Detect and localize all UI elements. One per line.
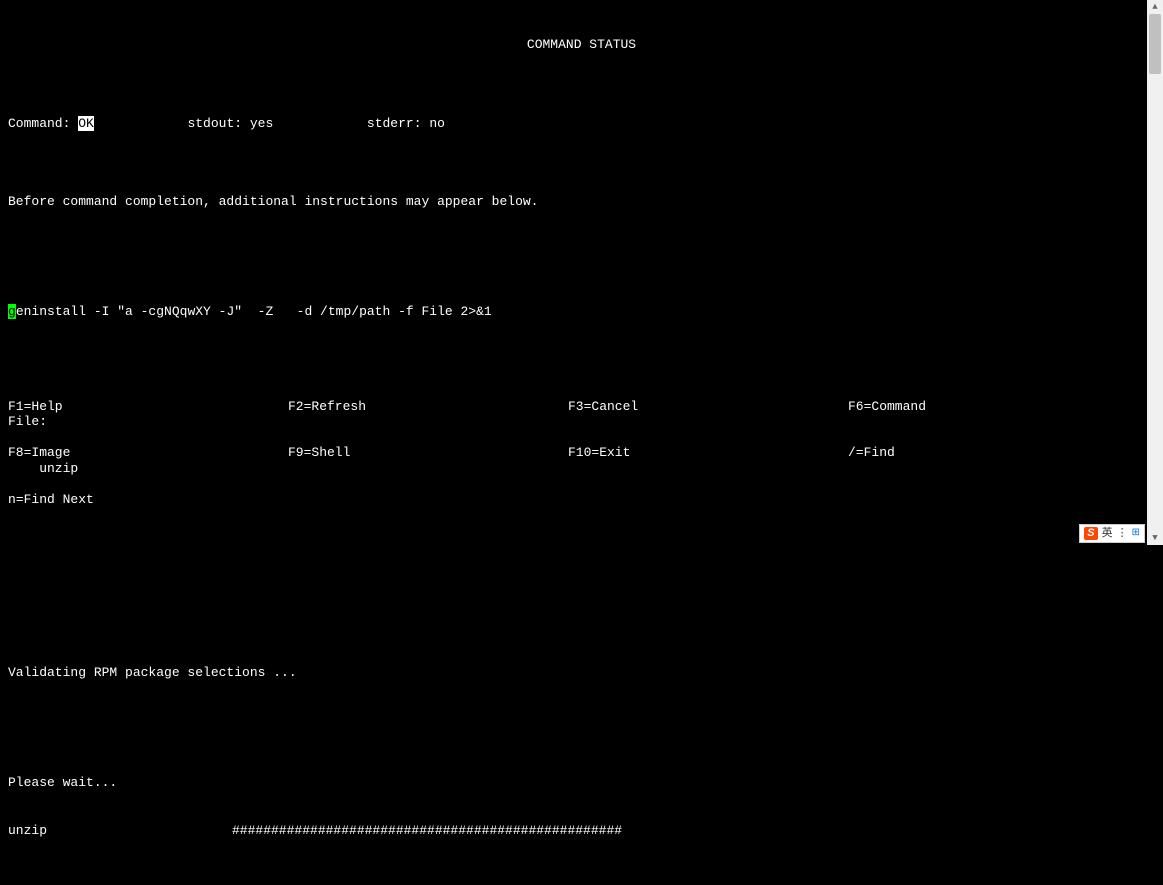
ime-logo-icon: S	[1084, 527, 1097, 540]
blank-line	[8, 555, 1155, 571]
command-rest: eninstall -I "a -cgNQqwXY -J" -Z -d /tmp…	[16, 304, 492, 319]
function-key-footer: F1=Help F2=Refresh F3=Cancel F6=Command …	[8, 367, 1155, 539]
stdout-label: stdout:	[187, 116, 249, 131]
status-line: Command: OK stdout: yes stderr: no	[8, 116, 1155, 132]
terminal-screen: COMMAND STATUS Command: OK stdout: yes s…	[0, 0, 1163, 545]
cursor: g	[8, 304, 16, 319]
spacer	[273, 116, 367, 131]
command-text: geninstall -I "a -cgNQqwXY -J" -Z -d /tm…	[8, 304, 1155, 320]
command-value: OK	[78, 116, 94, 131]
ime-grid-icon[interactable]: ⊞	[1132, 527, 1140, 539]
footer-row-2: F8=Image F9=Shell F10=Exit /=Find	[8, 445, 1155, 461]
spacer	[94, 116, 188, 131]
blank-line	[8, 603, 1155, 619]
ime-options-icon[interactable]: ⋮	[1117, 527, 1128, 540]
stdout-value: yes	[250, 116, 273, 131]
fkey-f3-cancel[interactable]: F3=Cancel	[568, 399, 848, 415]
footer-row-1: F1=Help F2=Refresh F3=Cancel F6=Command	[8, 399, 1155, 415]
command-label: Command:	[8, 116, 78, 131]
scroll-down-arrow-icon[interactable]: ▼	[1147, 531, 1163, 545]
scroll-up-arrow-icon[interactable]: ▲	[1147, 0, 1163, 14]
blank-line	[8, 241, 1155, 257]
progress-label: unzip	[8, 823, 232, 839]
fkey-f2-refresh[interactable]: F2=Refresh	[288, 399, 568, 415]
footer-empty	[568, 492, 848, 508]
footer-empty	[288, 492, 568, 508]
blank-line	[8, 351, 1155, 367]
fkey-f1-help[interactable]: F1=Help	[8, 399, 288, 415]
stderr-value: no	[429, 116, 445, 131]
progress-line: unzip###################################…	[8, 823, 1155, 839]
fkey-n-find-next[interactable]: n=Find Next	[8, 492, 288, 508]
fkey-f6-command[interactable]: F6=Command	[848, 399, 1155, 415]
fkey-slash-find[interactable]: /=Find	[848, 445, 1155, 461]
ime-indicator[interactable]: S 英 ⋮ ⊞	[1079, 524, 1145, 543]
blank-line	[8, 713, 1155, 729]
fkey-f10-exit[interactable]: F10=Exit	[568, 445, 848, 461]
progress-bar: ########################################…	[232, 823, 622, 839]
footer-empty	[848, 492, 1155, 508]
scrollbar-thumb[interactable]	[1149, 14, 1161, 74]
ime-language-label: 英	[1102, 527, 1113, 540]
before-completion-msg: Before command completion, additional in…	[8, 194, 1155, 210]
footer-row-3: n=Find Next	[8, 492, 1155, 508]
fkey-f9-shell[interactable]: F9=Shell	[288, 445, 568, 461]
stderr-label: stderr:	[367, 116, 429, 131]
wait-msg: Please wait...	[8, 775, 1155, 791]
screen-title: COMMAND STATUS	[8, 37, 1155, 53]
vertical-scrollbar[interactable]: ▲ ▼	[1147, 0, 1163, 545]
fkey-f8-image[interactable]: F8=Image	[8, 445, 288, 461]
validating-msg: Validating RPM package selections ...	[8, 665, 1155, 681]
